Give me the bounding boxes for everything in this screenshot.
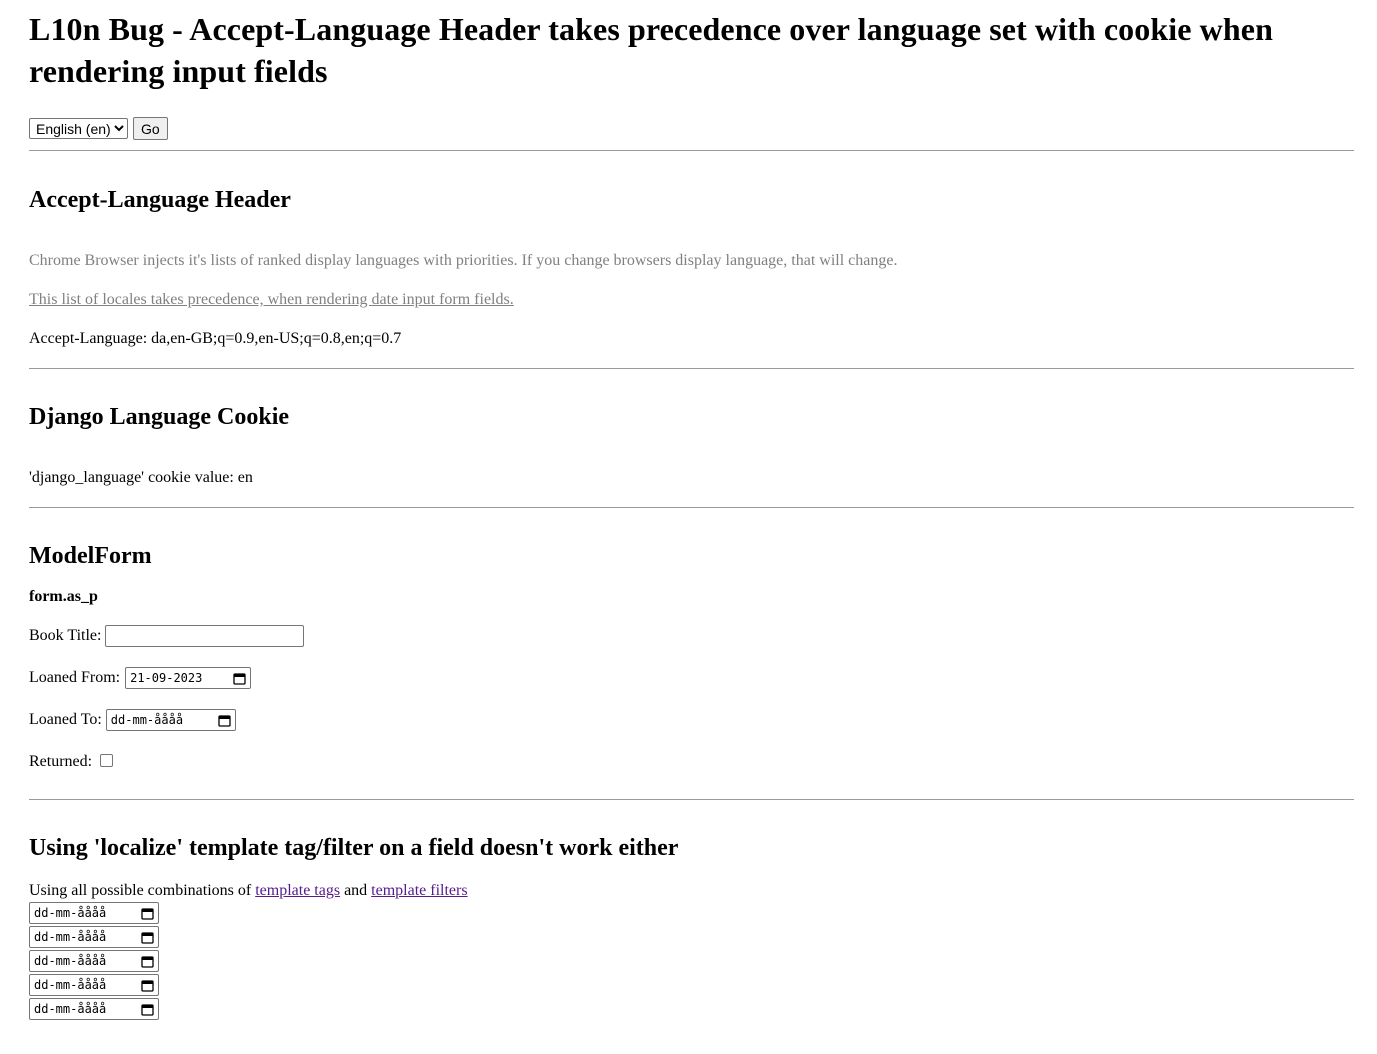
returned-checkbox[interactable]	[100, 753, 114, 767]
divider	[29, 799, 1354, 800]
returned-label: Returned:	[29, 753, 93, 770]
precedence-note: This list of locales takes precedence, w…	[29, 290, 1354, 310]
precedence-note-link[interactable]: This list of locales takes precedence, w…	[29, 291, 514, 308]
template-tags-link[interactable]: template tags	[255, 882, 340, 899]
localize-heading: Using 'localize' template tag/filter on …	[29, 835, 679, 861]
localized-date-row: dd-mm-åååå	[29, 926, 1354, 950]
loaned-to-date-value: dd-mm-åååå	[110, 713, 184, 727]
language-select[interactable]: English (en)	[29, 118, 128, 139]
localized-date-value: dd-mm-åååå	[34, 930, 107, 944]
modelform-heading: ModelForm	[29, 543, 152, 569]
loaned-to-label: Loaned To:	[29, 711, 102, 728]
localized-date-input[interactable]: dd-mm-åååå	[29, 926, 159, 948]
divider	[29, 368, 1354, 369]
calendar-icon[interactable]	[233, 672, 246, 685]
loaned-to-row: Loaned To: dd-mm-åååå	[29, 707, 1354, 733]
localized-date-input[interactable]: dd-mm-åååå	[29, 998, 159, 1020]
calendar-icon[interactable]	[141, 979, 154, 992]
loaned-from-label: Loaned From:	[29, 669, 121, 686]
localized-date-row: dd-mm-åååå	[29, 974, 1354, 998]
go-button[interactable]: Go	[133, 117, 168, 140]
cookie-value: 'django_language' cookie value: en	[29, 469, 253, 486]
page-title: L10n Bug - Accept-Language Header takes …	[29, 11, 1273, 89]
divider	[29, 507, 1354, 508]
localized-date-row: dd-mm-åååå	[29, 950, 1354, 974]
loaned-from-date-value: 21-09-2023	[130, 671, 203, 685]
book-title-row: Book Title:	[29, 623, 1354, 649]
localized-date-value: dd-mm-åååå	[34, 906, 107, 920]
divider	[29, 150, 1354, 151]
calendar-icon[interactable]	[218, 714, 231, 727]
accept-language-description: Chrome Browser injects it's lists of ran…	[29, 252, 898, 269]
localized-date-input[interactable]: dd-mm-åååå	[29, 974, 159, 996]
language-form: English (en) Go	[29, 117, 1354, 140]
returned-row: Returned:	[29, 749, 1354, 775]
accept-language-value: Accept-Language: da,en-GB;q=0.9,en-US;q=…	[29, 330, 402, 347]
localized-date-value: dd-mm-åååå	[34, 978, 107, 992]
book-title-input[interactable]	[105, 625, 305, 647]
loaned-to-date-input[interactable]: dd-mm-åååå	[105, 709, 236, 731]
and-text: and	[344, 882, 368, 899]
localized-date-inputs: dd-mm-åååå dd-mm-åååå dd-mm-åååå dd-mm-å…	[29, 902, 1354, 1022]
loaned-from-date-input[interactable]: 21-09-2023	[125, 667, 252, 689]
localize-intro-text: Using all possible combinations of	[29, 882, 252, 899]
book-title-label: Book Title:	[29, 627, 102, 644]
cookie-heading: Django Language Cookie	[29, 404, 290, 430]
localized-date-row: dd-mm-åååå	[29, 998, 1354, 1022]
localized-date-value: dd-mm-åååå	[34, 954, 107, 968]
loaned-from-row: Loaned From: 21-09-2023	[29, 665, 1354, 691]
localized-date-value: dd-mm-åååå	[34, 1002, 107, 1016]
form-as-p-label: form.as_p	[29, 587, 1354, 607]
localized-date-input[interactable]: dd-mm-åååå	[29, 902, 159, 924]
calendar-icon[interactable]	[141, 955, 154, 968]
accept-language-heading: Accept-Language Header	[29, 187, 291, 213]
localized-date-row: dd-mm-åååå	[29, 902, 1354, 926]
template-filters-link[interactable]: template filters	[371, 882, 467, 899]
localize-intro: Using all possible combinations of templ…	[29, 881, 1354, 901]
localized-date-input[interactable]: dd-mm-åååå	[29, 950, 159, 972]
page: L10n Bug - Accept-Language Header takes …	[29, 0, 1354, 1022]
form-as-p-text: form.as_p	[29, 588, 98, 605]
calendar-icon[interactable]	[141, 907, 154, 920]
calendar-icon[interactable]	[141, 1003, 154, 1016]
calendar-icon[interactable]	[141, 931, 154, 944]
